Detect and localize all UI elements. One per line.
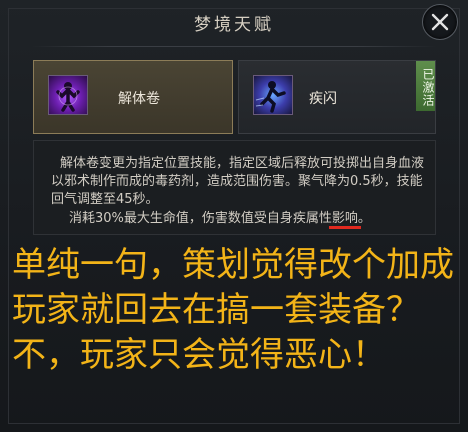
talent-name: 解体卷 xyxy=(118,90,160,106)
red-underline-annotation xyxy=(329,226,361,229)
talent-card-jishan[interactable]: 疾闪 已激活 xyxy=(238,60,436,134)
talent-cost-line: 消耗30%最大生命值，伤害数值受自身疾属性影响。 xyxy=(69,211,371,226)
title-divider xyxy=(30,46,438,47)
talent-description: 解体卷变更为指定位置技能，指定区域后释放可投掷出自身血液以邪术制作而成的毒药剂，… xyxy=(51,156,425,207)
overlay-comment-text: 单纯一句，策划觉得改个加成玩家就回去在搞一套装备？不，玩家只会觉得恶心！ xyxy=(12,245,454,375)
purple-figure-skill-icon xyxy=(48,75,88,115)
blue-dash-figure-skill-icon xyxy=(253,75,293,115)
talent-name: 疾闪 xyxy=(309,90,337,106)
talent-dialog: 梦境天赋 解体卷 疾闪 已激活 解体卷变更为指定位置技能，指定区域后释放可投掷出… xyxy=(0,0,468,432)
close-icon xyxy=(431,13,449,31)
dialog-title: 梦境天赋 xyxy=(194,15,274,35)
talent-card-jietijuan[interactable]: 解体卷 xyxy=(33,60,233,134)
active-badge: 已激活 xyxy=(416,61,435,111)
talent-description-box: 解体卷变更为指定位置技能，指定区域后释放可投掷出自身血液以邪术制作而成的毒药剂，… xyxy=(33,140,436,235)
close-button[interactable] xyxy=(422,4,458,40)
